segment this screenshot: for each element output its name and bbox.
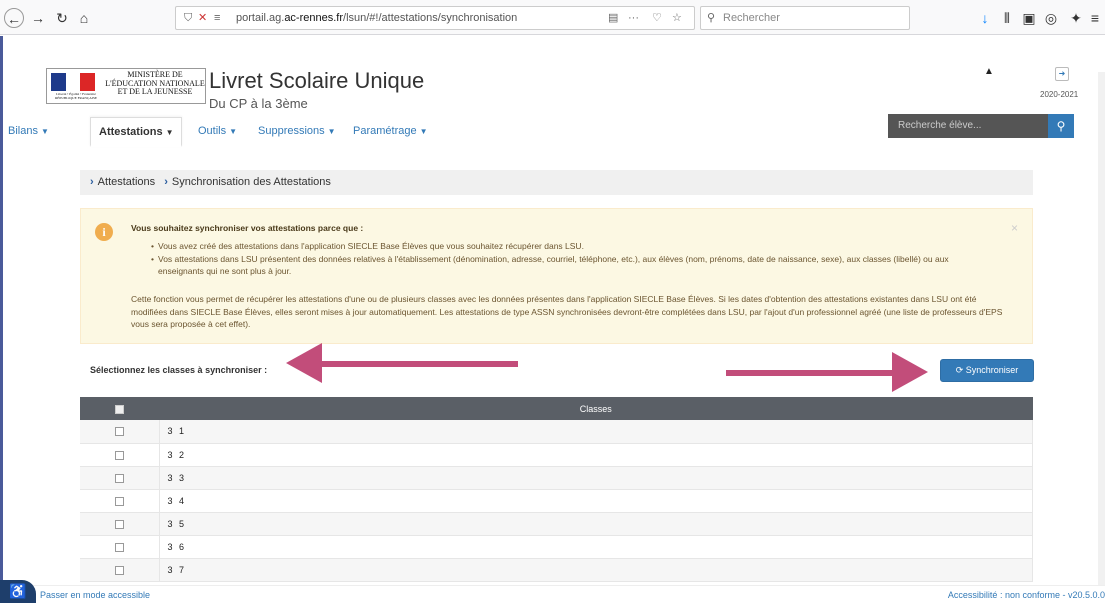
pocket-icon[interactable]: ♡ xyxy=(652,7,662,29)
row-checkbox[interactable] xyxy=(114,519,124,529)
home-icon[interactable]: ⌂ xyxy=(74,8,94,28)
breadcrumb-current: Synchronisation des Attestations xyxy=(171,176,331,188)
table-row: 3 3 xyxy=(80,466,1033,490)
republique-francaise-text: Liberté • Égalité • Fraternité RÉPUBLIQU… xyxy=(54,92,98,100)
browser-search-input[interactable]: ⚲ Rechercher xyxy=(700,6,910,30)
browser-toolbar: ← → ↻ ⌂ ⛉ ✕ ≡ portail.ag.ac-rennes.fr/ls… xyxy=(0,0,1105,35)
nav-attestations[interactable]: Attestations ▼ xyxy=(90,117,183,147)
alert-bullet: Vos attestations dans LSU présentent des… xyxy=(151,253,981,278)
lock-icon: ✕ xyxy=(198,12,208,24)
search-icon: ⚲ xyxy=(1056,119,1066,133)
class-name: 3 5 xyxy=(159,512,1033,536)
close-icon[interactable]: × xyxy=(1011,221,1018,235)
reload-icon[interactable]: ↻ xyxy=(52,8,72,28)
annotation-arrowhead-left xyxy=(286,343,322,383)
breadcrumb-attestations[interactable]: Attestations xyxy=(98,176,155,188)
back-icon[interactable]: ← xyxy=(4,8,24,28)
class-name: 3 4 xyxy=(159,489,1033,513)
classes-header: Classes xyxy=(159,397,1033,420)
permissions-icon: ≡ xyxy=(214,12,221,24)
select-all-checkbox[interactable] xyxy=(115,404,124,414)
app-subtitle: Du CP à la 3ème xyxy=(209,96,308,111)
user-icon[interactable]: ▲ xyxy=(984,66,994,77)
url-path: /lsun/#!/attestations/synchronisation xyxy=(343,12,518,24)
url-domain: ac-rennes.fr xyxy=(284,12,344,24)
marianne-flag xyxy=(51,73,95,91)
ministry-logo: Liberté • Égalité • Fraternité RÉPUBLIQU… xyxy=(46,68,206,104)
row-checkbox[interactable] xyxy=(114,450,124,460)
gift-icon[interactable]: ✦ xyxy=(1066,8,1086,28)
logout-icon[interactable]: ➜ xyxy=(1055,67,1069,81)
forward-icon[interactable]: → xyxy=(28,8,48,28)
chevron-right-icon: › xyxy=(164,176,168,188)
class-name: 3 6 xyxy=(159,535,1033,559)
class-name: 3 2 xyxy=(159,443,1033,467)
bookmark-star-icon[interactable]: ☆ xyxy=(672,7,682,29)
reader-view-icon[interactable]: ▤ xyxy=(608,7,618,29)
table-header-row: Classes xyxy=(80,397,1033,420)
info-alert: i Vous souhaitez synchroniser vos attest… xyxy=(80,208,1033,344)
footer: Passer en mode accessible Accessibilité … xyxy=(0,585,1105,603)
alert-list: Vous avez créé des attestations dans l'a… xyxy=(151,240,981,278)
account-icon[interactable]: ◎ xyxy=(1041,8,1061,28)
student-search-button[interactable]: ⚲ xyxy=(1048,114,1074,138)
app-title: Livret Scolaire Unique xyxy=(209,68,425,93)
class-name: 3 1 xyxy=(159,420,1033,444)
breadcrumb: › Attestations › Synchronisation des Attes… xyxy=(80,170,1033,195)
select-classes-label: Sélectionnez les classes à synchroniser … xyxy=(90,365,268,375)
nav-bilans[interactable]: Bilans ▼ xyxy=(0,117,57,147)
sidebar-icon[interactable]: ▣ xyxy=(1019,8,1039,28)
refresh-icon: ⟳ xyxy=(955,365,966,375)
table-row: 3 6 xyxy=(80,535,1033,559)
table-row: 3 2 xyxy=(80,443,1033,467)
menu-icon[interactable]: ≡ xyxy=(1085,8,1105,28)
row-checkbox[interactable] xyxy=(114,473,124,483)
row-checkbox[interactable] xyxy=(114,496,124,506)
alert-bullet: Vous avez créé des attestations dans l'a… xyxy=(151,240,981,253)
table-row: 3 1 xyxy=(80,420,1033,444)
table-row: 3 4 xyxy=(80,489,1033,513)
caret-down-icon: ▼ xyxy=(165,128,174,137)
library-icon[interactable]: ⫴ xyxy=(997,8,1017,28)
class-name: 3 3 xyxy=(159,466,1033,490)
nav-outils[interactable]: Outils ▼ xyxy=(190,117,245,147)
select-all-cell xyxy=(80,397,159,420)
synchronize-button[interactable]: ⟳ Synchroniser xyxy=(940,359,1034,382)
accessibility-status: Accessibilité : non conforme - v20.5.0.0 xyxy=(947,590,1105,600)
nav-parametrage[interactable]: Paramétrage ▼ xyxy=(345,117,436,147)
more-actions-icon[interactable]: ··· xyxy=(628,7,639,29)
caret-down-icon: ▼ xyxy=(327,127,336,136)
info-icon: i xyxy=(95,223,113,241)
caret-down-icon: ▼ xyxy=(419,127,428,136)
caret-down-icon: ▼ xyxy=(229,127,238,136)
ministry-name: MINISTÈRE DE L'ÉDUCATION NATIONALE ET DE… xyxy=(105,70,205,96)
student-search-input[interactable]: Recherche élève... xyxy=(888,114,1048,138)
shield-icon: ⛉ xyxy=(184,12,193,24)
accessible-mode-link[interactable]: Passer en mode accessible xyxy=(40,586,150,604)
alert-title: Vous souhaitez synchroniser vos attestat… xyxy=(131,223,364,233)
classes-table: Classes 3 1 3 2 3 3 3 4 3 5 3 6 3 7 xyxy=(80,397,1033,582)
url-bar[interactable]: ⛉ ✕ ≡ portail.ag.ac-rennes.fr/lsun/#!/at… xyxy=(175,6,695,30)
table-row: 3 5 xyxy=(80,512,1033,536)
row-checkbox[interactable] xyxy=(114,565,124,575)
class-name: 3 7 xyxy=(159,558,1033,582)
school-year: 2020-2021 xyxy=(1040,90,1079,99)
caret-down-icon: ▼ xyxy=(40,127,49,136)
annotation-arrow-left xyxy=(320,361,518,367)
browser-search-placeholder: Rechercher xyxy=(723,12,780,24)
main-nav: Bilans ▼ Attestations ▼ Outils ▼ Suppressio… xyxy=(0,117,880,147)
download-icon[interactable]: ↓ xyxy=(975,8,995,28)
table-row: 3 7 xyxy=(80,558,1033,582)
accessibility-icon[interactable]: ♿ xyxy=(0,580,36,603)
alert-paragraph: Cette fonction vous permet de récupérer … xyxy=(131,294,1003,329)
annotation-arrow-right xyxy=(726,370,894,376)
search-icon: ⚲ xyxy=(707,12,716,24)
nav-suppressions[interactable]: Suppressions ▼ xyxy=(250,117,344,147)
row-checkbox[interactable] xyxy=(114,542,124,552)
row-checkbox[interactable] xyxy=(114,427,124,437)
chevron-right-icon: › xyxy=(90,176,94,188)
annotation-arrowhead-right xyxy=(892,352,928,392)
url-prefix: portail.ag. xyxy=(236,12,285,24)
page-scrollbar[interactable] xyxy=(1098,72,1105,585)
